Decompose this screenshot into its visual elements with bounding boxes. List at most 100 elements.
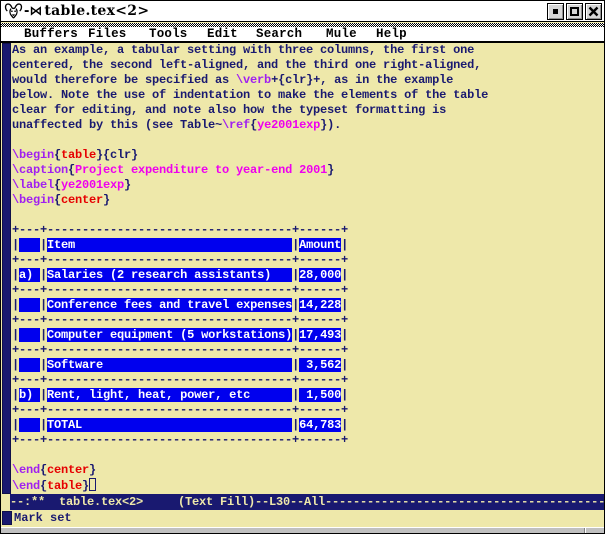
buffer-text: ye2001exp [61, 178, 124, 192]
buffer-line-17: +---+-----------------------------------… [12, 283, 602, 298]
menu-item-search[interactable]: Search [256, 27, 302, 41]
buffer-line-29: \end{center} [12, 463, 602, 478]
minibuffer-scrollbar [2, 511, 12, 525]
table-cell [19, 238, 40, 252]
text-cursor [89, 478, 96, 491]
buffer-text: { [40, 479, 47, 493]
maximize-button[interactable] [566, 3, 583, 20]
menu-bar: Buffers Files Tools Edit Search Mule Help [1, 27, 604, 43]
buffer-line-24: |b) |Rent, light, heat, power, etc | 1,5… [12, 388, 602, 403]
table-cell: 3,562 [299, 358, 341, 372]
menu-item-edit[interactable]: Edit [207, 27, 238, 41]
buffer-text: would therefore be specified as [12, 73, 236, 87]
buffer-text: center [61, 193, 103, 207]
mode-line[interactable]: --:** table.tex<2> (Text Fill)--L30--All… [10, 494, 604, 510]
titlebar[interactable]: -⋈ table.tex<2> [1, 1, 604, 22]
table-cell: Conference fees and travel expenses [47, 298, 292, 312]
buffer-line-23: +---+-----------------------------------… [12, 373, 602, 388]
buffer-line-4: below. Note the use of indentation to ma… [12, 88, 602, 103]
minibuffer-message: Mark set [14, 511, 72, 526]
buffer-text: | [341, 388, 348, 402]
buffer-text: +---+-----------------------------------… [12, 223, 348, 237]
buffer-text: \begin [12, 193, 54, 207]
table-cell [19, 298, 40, 312]
buffer-line-6: unaffected by this (see Table~\ref{ye200… [12, 118, 602, 133]
buffer-text: clear for editing, and note also how the… [12, 103, 446, 117]
close-icon [588, 6, 599, 17]
buffer-line-28 [12, 448, 602, 463]
buffer-line-12 [12, 208, 602, 223]
buffer-text: | [341, 298, 348, 312]
buffer-text: | [341, 418, 348, 432]
buffer-text: }). [320, 118, 341, 132]
buffer-line-20: | |Computer equipment (5 workstations)|1… [12, 328, 602, 343]
close-button[interactable] [585, 3, 602, 20]
menu-item-tools[interactable]: Tools [149, 27, 188, 41]
buffer-text: \verb [236, 73, 271, 87]
table-cell: Rent, light, heat, power, etc [47, 388, 292, 402]
table-cell: TOTAL [47, 418, 292, 432]
buffer-text: +---+-----------------------------------… [12, 313, 348, 327]
buffer-text: | [341, 238, 348, 252]
buffer-line-22: | |Software | 3,562| [12, 358, 602, 373]
buffer-text: | [40, 268, 47, 282]
table-cell: Salaries (2 research assistants) [47, 268, 292, 282]
minimize-button[interactable] [547, 3, 564, 20]
table-cell: Item [47, 238, 292, 252]
buffer-text: | [40, 328, 47, 342]
buffer-line-1: As an example, a tabular setting with th… [12, 43, 602, 58]
buffer-text: | [40, 388, 47, 402]
buffer-text: | [40, 418, 47, 432]
buffer-text: \ref [222, 118, 250, 132]
table-cell: 1,500 [299, 388, 341, 402]
window-bottom-border [1, 527, 604, 533]
buffer-text: +---+-----------------------------------… [12, 283, 348, 297]
buffer-text: | [12, 388, 19, 402]
buffer-line-8: \begin{table}{clr} [12, 148, 602, 163]
buffer-text: +---+-----------------------------------… [12, 343, 348, 357]
menu-item-mule[interactable]: Mule [326, 27, 357, 41]
buffer-text: +{clr}+, as in the example [271, 73, 453, 87]
buffer-text: } [327, 163, 334, 177]
buffer-line-10: \label{ye2001exp} [12, 178, 602, 193]
buffer-line-21: +---+-----------------------------------… [12, 343, 602, 358]
table-cell [19, 418, 40, 432]
buffer-text: \caption [12, 163, 68, 177]
buffer-text: \end [12, 463, 40, 477]
minimize-icon [553, 9, 558, 14]
menu-item-help[interactable]: Help [376, 27, 407, 41]
table-cell: b) [19, 388, 40, 402]
maximize-icon [570, 7, 579, 16]
buffer-text: Project expenditure to year-end 2001 [75, 163, 327, 177]
buffer-text: { [54, 148, 61, 162]
buffer-text: | [40, 358, 47, 372]
buffer-text: { [54, 178, 61, 192]
buffer-line-13: +---+-----------------------------------… [12, 223, 602, 238]
buffer-text: +---+-----------------------------------… [12, 253, 348, 267]
buffer-text: \begin [12, 148, 54, 162]
minibuffer[interactable]: Mark set [1, 511, 604, 527]
buffer-line-11: \begin{center} [12, 193, 602, 208]
buffer-text: } [82, 479, 89, 493]
buffer-text: | [341, 358, 348, 372]
buffer-line-5: clear for editing, and note also how the… [12, 103, 602, 118]
buffer-line-25: +---+-----------------------------------… [12, 403, 602, 418]
buffer-text: | [12, 238, 19, 252]
buffer-text: }{clr} [96, 148, 138, 162]
buffer-text-area[interactable]: As an example, a tabular setting with th… [12, 43, 602, 493]
table-cell: a) [19, 268, 40, 282]
table-cell [19, 358, 40, 372]
window-buttons [547, 3, 602, 20]
buffer-text: | [12, 268, 19, 282]
buffer-text: } [103, 193, 110, 207]
buffer-text: +---+-----------------------------------… [12, 403, 348, 417]
buffer-text: below. Note the use of indentation to ma… [12, 88, 488, 102]
menu-item-files[interactable]: Files [88, 27, 127, 41]
menu-item-buffers[interactable]: Buffers [24, 27, 78, 41]
buffer-line-3: would therefore be specified as \verb+{c… [12, 73, 602, 88]
buffer-text: } [89, 463, 96, 477]
buffer-text: As an example, a tabular setting with th… [12, 43, 474, 57]
buffer-line-16: |a) |Salaries (2 research assistants) |2… [12, 268, 602, 283]
buffer-text: +---+-----------------------------------… [12, 433, 348, 447]
vertical-scrollbar[interactable] [2, 43, 11, 494]
